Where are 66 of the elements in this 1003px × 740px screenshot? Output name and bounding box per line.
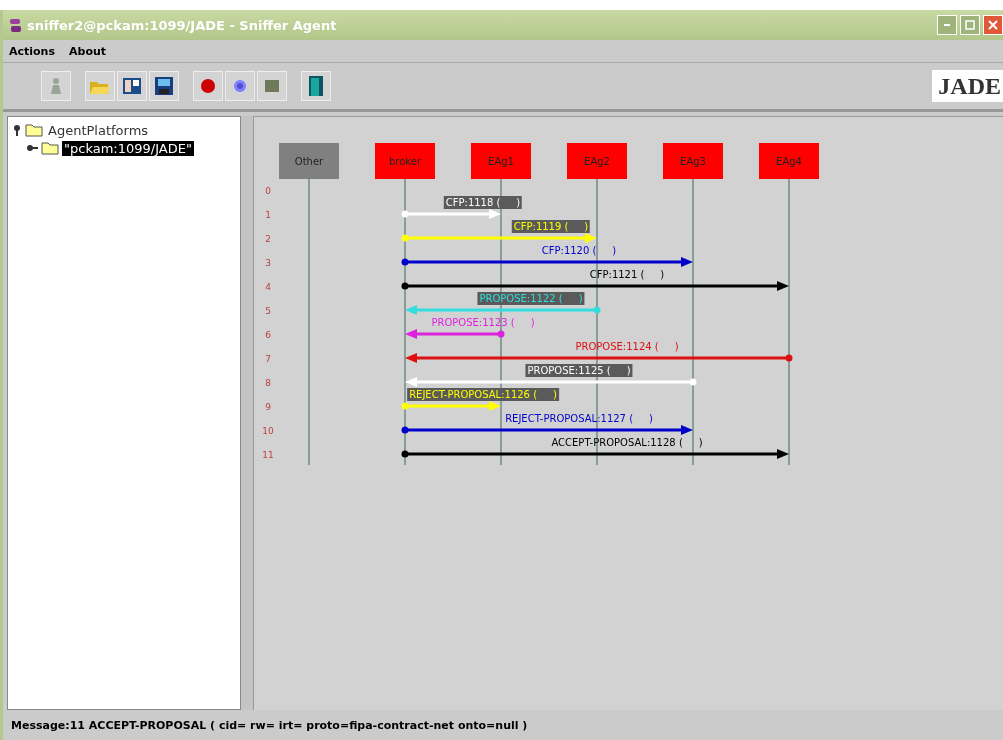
agent-box[interactable] [471, 143, 531, 179]
menu-item[interactable]: Actions [9, 44, 55, 58]
message-arrow[interactable] [401, 257, 693, 267]
message-label: PROPOSE:1123 ( ) [430, 316, 536, 329]
message-label: CFP:1121 ( ) [588, 268, 666, 281]
toolbar-button[interactable] [117, 71, 147, 101]
document-icon [122, 76, 142, 96]
message-arrow[interactable] [401, 449, 789, 459]
tree-handle-icon[interactable] [12, 124, 22, 136]
row-number: 5 [265, 306, 271, 316]
floppy-icon [154, 76, 174, 96]
message-label: PROPOSE:1124 ( ) [574, 340, 680, 353]
circle-icon [232, 78, 248, 94]
record-icon [200, 78, 216, 94]
toolbar-button[interactable] [149, 71, 179, 101]
message-label: ACCEPT-PROPOSAL:1128 ( ) [550, 436, 704, 449]
row-number: 1 [265, 210, 271, 220]
close-button[interactable] [983, 15, 1003, 35]
tree-handle-icon[interactable] [26, 143, 38, 153]
row-number: 8 [265, 378, 271, 388]
minimize-icon [944, 24, 950, 26]
tree-item[interactable]: "pckam:1099/JADE" [62, 140, 194, 156]
row-number: 3 [265, 258, 271, 268]
close-icon [988, 20, 998, 30]
message-arrow[interactable] [401, 281, 789, 291]
message-label: CFP:1118 ( ) [443, 196, 523, 209]
agent-name: broker [388, 156, 422, 167]
window-title: sniffer2@pckam:1099/JADE - Sniffer Agent [27, 17, 338, 33]
tree-item[interactable]: AgentPlatforms [46, 122, 151, 138]
toolbar-button[interactable] [301, 71, 331, 101]
maximize-button[interactable] [960, 15, 980, 35]
row-number: 2 [265, 234, 271, 244]
message-label: PROPOSE:1125 ( ) [525, 364, 633, 377]
status-text: Message:11 ACCEPT-PROPOSAL ( cid= rw= irt= proto=fipa-contract-net onto=null ) [11, 718, 528, 732]
agent-box[interactable] [663, 143, 723, 179]
message-label: PROPOSE:1122 ( ) [477, 292, 585, 305]
agent-box[interactable] [375, 143, 435, 179]
row-number: 11 [262, 450, 274, 460]
message-label: REJECT-PROPOSAL:1126 ( ) [407, 388, 559, 401]
message-label: CFP:1119 ( ) [511, 220, 591, 233]
message-arrow[interactable] [401, 425, 693, 435]
row-number: 6 [265, 330, 271, 340]
row-number: 0 [265, 186, 271, 196]
row-number: 10 [262, 426, 274, 436]
row-number: 7 [265, 354, 271, 364]
agent-box[interactable] [279, 143, 339, 179]
agent-name: EAg4 [776, 156, 802, 167]
square-icon [264, 78, 280, 94]
menu-item[interactable]: About [69, 44, 107, 58]
maximize-icon [965, 20, 975, 30]
app-icon [9, 17, 23, 33]
message-label: CFP:1120 ( ) [540, 244, 618, 257]
agent-name: EAg3 [680, 156, 706, 167]
row-number: 4 [265, 282, 271, 292]
agent-box[interactable] [567, 143, 627, 179]
folder-icon [41, 141, 59, 155]
agent-box[interactable] [759, 143, 819, 179]
minimize-button[interactable] [937, 15, 957, 35]
door-icon [307, 75, 325, 97]
agent-name: EAg2 [584, 156, 610, 167]
jade-logo: JADE [932, 70, 1003, 102]
folder-icon [25, 123, 43, 137]
row-number: 9 [265, 402, 271, 412]
agent-name: Other [294, 156, 324, 167]
message-label: REJECT-PROPOSAL:1127 ( ) [504, 412, 654, 425]
agent-name: EAg1 [488, 156, 514, 167]
